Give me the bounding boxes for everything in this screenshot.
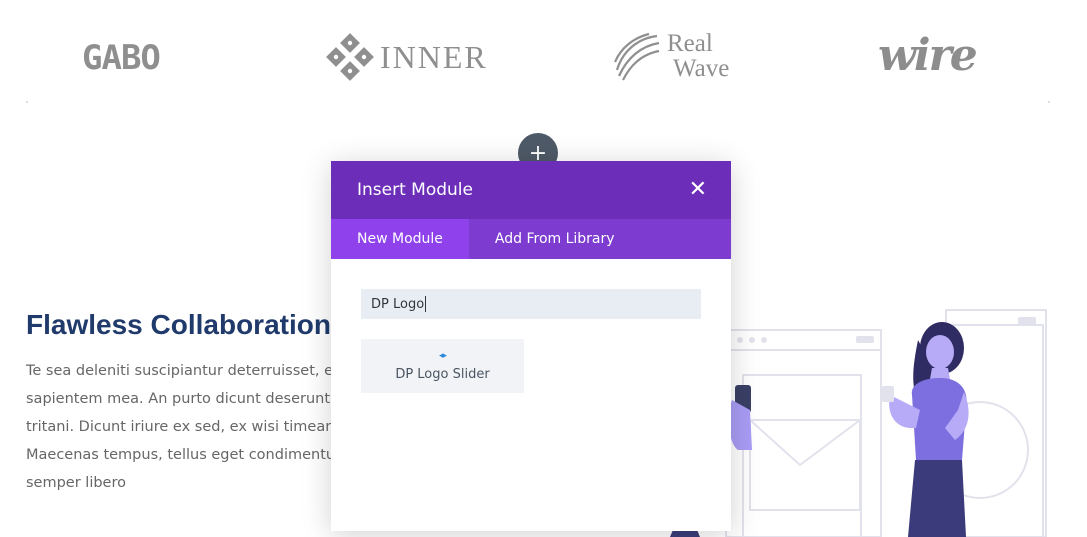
client-logo-strip: GABO INNER Real Wave wire (0, 0, 1087, 104)
logo-realwave: Real Wave (613, 30, 729, 82)
modal-header: Insert Module ✕ (331, 161, 731, 219)
module-result-label: DP Logo Slider (395, 366, 490, 382)
tab-add-from-library[interactable]: Add From Library (469, 219, 641, 259)
body-text-line: sapientem mea. An purto dicunt deserunt (26, 391, 331, 407)
logo-wire: wire (878, 30, 978, 81)
divider-dot-left (26, 101, 28, 103)
body-text-line: Maecenas tempus, tellus eget condimentu (26, 447, 336, 463)
body-text-line: tritani. Dicunt iriure ex sed, ex wisi t… (26, 419, 335, 435)
logo-gabo: GABO (82, 38, 161, 78)
slider-arrows-icon: ◂▸ (438, 350, 447, 361)
diamond-icon (326, 33, 374, 81)
body-text-line: Te sea deleniti suscipiantur deterruisse… (26, 363, 334, 379)
close-icon[interactable]: ✕ (689, 179, 707, 201)
logo-realwave-line1: Real (667, 30, 713, 57)
module-search-value: DP Logo (371, 296, 425, 312)
modal-title: Insert Module (357, 180, 473, 200)
logo-realwave-text: Real Wave (667, 31, 729, 81)
section-title: Flawless Collaboration (26, 309, 331, 340)
logo-inner-text: INNER (380, 38, 488, 75)
logo-inner: INNER (326, 33, 488, 81)
modal-tabs: New Module Add From Library (331, 219, 731, 259)
body-text-line: semper libero (26, 475, 126, 491)
tab-new-module[interactable]: New Module (331, 219, 469, 259)
wave-icon (613, 32, 660, 81)
module-result-dp-logo-slider[interactable]: ◂▸ DP Logo Slider (361, 339, 524, 393)
insert-module-modal: Insert Module ✕ New Module Add From Libr… (331, 161, 731, 531)
logo-realwave-line2: Wave (673, 55, 730, 82)
text-caret (425, 296, 427, 312)
module-search-input[interactable]: DP Logo (361, 289, 701, 319)
modal-body: DP Logo ◂▸ DP Logo Slider (331, 259, 731, 423)
divider-dot-right (1048, 101, 1050, 103)
